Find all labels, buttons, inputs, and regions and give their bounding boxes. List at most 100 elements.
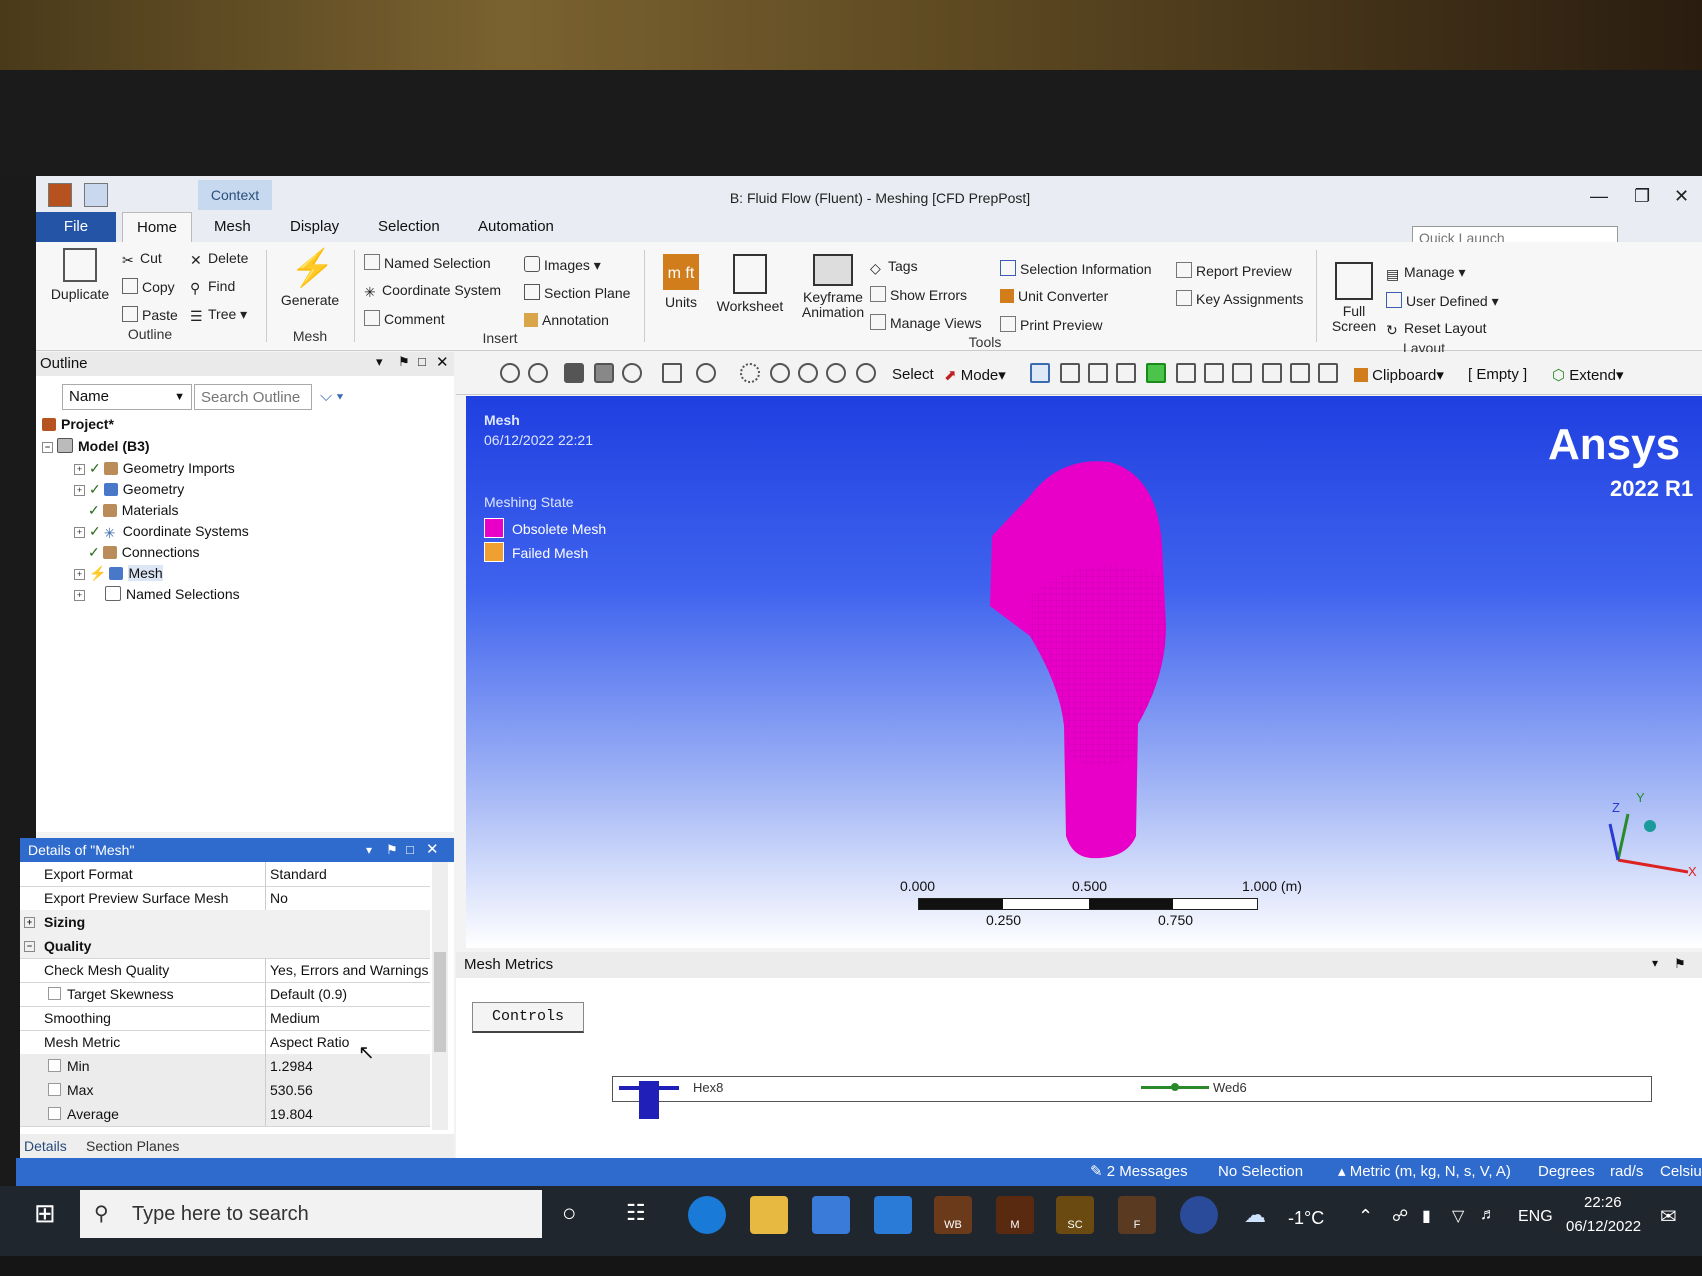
details-row[interactable]: Check Mesh Quality Yes, Errors and Warnin…: [20, 958, 430, 983]
notifications-icon[interactable]: ✉: [1660, 1204, 1677, 1229]
clock-date[interactable]: 06/12/2022: [1566, 1218, 1641, 1235]
tree-item-coordinate-systems[interactable]: + ✓ ✳ Coordinate Systems: [74, 523, 249, 541]
select-options-icon[interactable]: [1318, 363, 1338, 383]
images-button[interactable]: Images ▾: [524, 256, 601, 274]
expand-icon[interactable]: +: [74, 485, 85, 496]
tab-display[interactable]: Display: [276, 212, 353, 242]
vertex-select-icon[interactable]: [1060, 363, 1080, 383]
close-icon[interactable]: ✕: [1674, 186, 1689, 207]
windows-start-icon[interactable]: ⊞: [34, 1198, 56, 1229]
close-panel-icon[interactable]: ✕: [436, 353, 449, 371]
select-by-id-icon[interactable]: [1290, 363, 1310, 383]
maximize-panel-icon[interactable]: □: [418, 354, 426, 369]
copy-button[interactable]: Copy: [122, 278, 175, 295]
edge-icon[interactable]: [688, 1196, 726, 1234]
view-options-icon[interactable]: [622, 363, 642, 383]
comment-button[interactable]: Comment: [364, 310, 445, 327]
tab-mesh[interactable]: Mesh: [200, 212, 265, 242]
box-view-icon[interactable]: [594, 363, 614, 383]
details-row[interactable]: Export Format Standard: [20, 862, 430, 887]
worksheet-button[interactable]: Worksheet: [708, 254, 792, 314]
element-face-select-icon[interactable]: [1204, 363, 1224, 383]
expand-icon[interactable]: +: [24, 917, 35, 928]
tags-button[interactable]: ◇ Tags: [870, 258, 918, 276]
keyframe-animation-button[interactable]: Keyframe Animation: [790, 254, 876, 320]
details-row[interactable]: Max 530.56: [20, 1078, 430, 1103]
save-icon[interactable]: [84, 183, 108, 207]
tree-item-model[interactable]: − Model (B3): [42, 438, 150, 454]
language-indicator[interactable]: ENG: [1518, 1208, 1553, 1226]
generate-button[interactable]: ⚡ Generate: [272, 248, 348, 309]
parameter-checkbox[interactable]: [48, 1059, 61, 1072]
mail-icon[interactable]: [874, 1196, 912, 1234]
temperature-status[interactable]: Celsius: [1660, 1158, 1702, 1186]
xyz-icon[interactable]: [1262, 363, 1282, 383]
pin-icon[interactable]: ⚑: [1674, 956, 1686, 972]
details-category-quality[interactable]: − Quality: [20, 934, 430, 959]
show-errors-button[interactable]: Show Errors: [870, 286, 967, 303]
reset-layout-button[interactable]: ↻ Reset Layout: [1386, 320, 1487, 338]
details-row[interactable]: Target Skewness Default (0.9): [20, 982, 430, 1007]
close-panel-icon[interactable]: ✕: [426, 838, 439, 862]
details-category-sizing[interactable]: + Sizing: [20, 910, 430, 935]
coordinate-system-button[interactable]: ✳ Coordinate System: [364, 282, 501, 300]
cortana-icon[interactable]: ○: [562, 1200, 577, 1228]
pin-icon[interactable]: ⚑: [386, 838, 398, 862]
tree-item-named-selections[interactable]: + Named Selections: [74, 586, 240, 602]
battery-icon[interactable]: ▮: [1422, 1206, 1431, 1226]
weather-icon[interactable]: ☁: [1244, 1202, 1266, 1228]
browser-icon[interactable]: [1180, 1196, 1218, 1234]
panel-menu-icon[interactable]: ▾: [366, 838, 372, 862]
named-selection-button[interactable]: Named Selection: [364, 254, 491, 271]
body-select-icon[interactable]: [1146, 363, 1166, 383]
minimize-icon[interactable]: —: [1590, 186, 1608, 207]
panel-menu-icon[interactable]: ▾: [1652, 956, 1658, 970]
tab-section-planes[interactable]: Section Planes: [86, 1138, 179, 1154]
full-screen-button[interactable]: Full Screen: [1326, 262, 1382, 334]
spaceclaim-app[interactable]: SC: [1056, 1196, 1094, 1234]
details-row[interactable]: Smoothing Medium: [20, 1006, 430, 1031]
select-button[interactable]: Select: [892, 366, 934, 383]
parameter-checkbox[interactable]: [48, 1107, 61, 1120]
rotate-icon[interactable]: [696, 363, 716, 383]
expand-icon[interactable]: +: [74, 590, 85, 601]
manage-views-button[interactable]: Manage Views: [870, 314, 982, 331]
zoom-icon[interactable]: [770, 363, 790, 383]
controls-button[interactable]: Controls: [472, 1002, 584, 1033]
context-tab[interactable]: Context: [198, 180, 272, 210]
file-explorer-icon[interactable]: [750, 1196, 788, 1234]
panel-menu-icon[interactable]: ▾: [376, 354, 383, 370]
user-defined-button[interactable]: User Defined ▾: [1386, 292, 1499, 310]
fit-icon[interactable]: [662, 363, 682, 383]
details-scrollbar[interactable]: [432, 862, 448, 1130]
angle-status[interactable]: Degrees: [1538, 1158, 1595, 1186]
rate-status[interactable]: rad/s: [1610, 1158, 1643, 1186]
tab-automation[interactable]: Automation: [464, 212, 568, 242]
store-icon[interactable]: [812, 1196, 850, 1234]
selection-information-button[interactable]: Selection Information: [1000, 260, 1152, 277]
mesh-body[interactable]: [990, 456, 1170, 860]
duplicate-button[interactable]: Duplicate: [44, 248, 116, 302]
meshing-app[interactable]: M: [996, 1196, 1034, 1234]
delete-button[interactable]: ✕ Delete: [190, 250, 248, 268]
tree-item-geometry[interactable]: + ✓ Geometry: [74, 481, 184, 498]
magnifier-icon[interactable]: [856, 363, 876, 383]
select-mode-icon[interactable]: [1030, 363, 1050, 383]
unit-converter-button[interactable]: Unit Converter: [1000, 288, 1108, 304]
manage-button[interactable]: ▤ Manage ▾: [1386, 264, 1466, 282]
details-row[interactable]: Average 19.804: [20, 1102, 430, 1127]
zoom-fit-icon[interactable]: [826, 363, 846, 383]
task-view-icon[interactable]: ☷: [626, 1200, 646, 1226]
messages-status[interactable]: ✎ 2 Messages: [1090, 1158, 1188, 1186]
parameter-checkbox[interactable]: [48, 987, 61, 1000]
paste-button[interactable]: Paste: [122, 306, 178, 323]
zoom-out-icon[interactable]: [528, 363, 548, 383]
extend-button[interactable]: ⬡ Extend▾: [1552, 366, 1624, 384]
node-select-icon[interactable]: [1176, 363, 1196, 383]
report-preview-button[interactable]: Report Preview: [1176, 262, 1292, 279]
maximize-panel-icon[interactable]: □: [406, 838, 414, 862]
mode-button[interactable]: ⬈ Mode▾: [944, 366, 1006, 384]
outline-filter-select[interactable]: Name ▼: [62, 384, 192, 410]
units-button[interactable]: m ft Units: [654, 254, 708, 310]
tray-chevron-icon[interactable]: ⌃: [1358, 1206, 1373, 1227]
